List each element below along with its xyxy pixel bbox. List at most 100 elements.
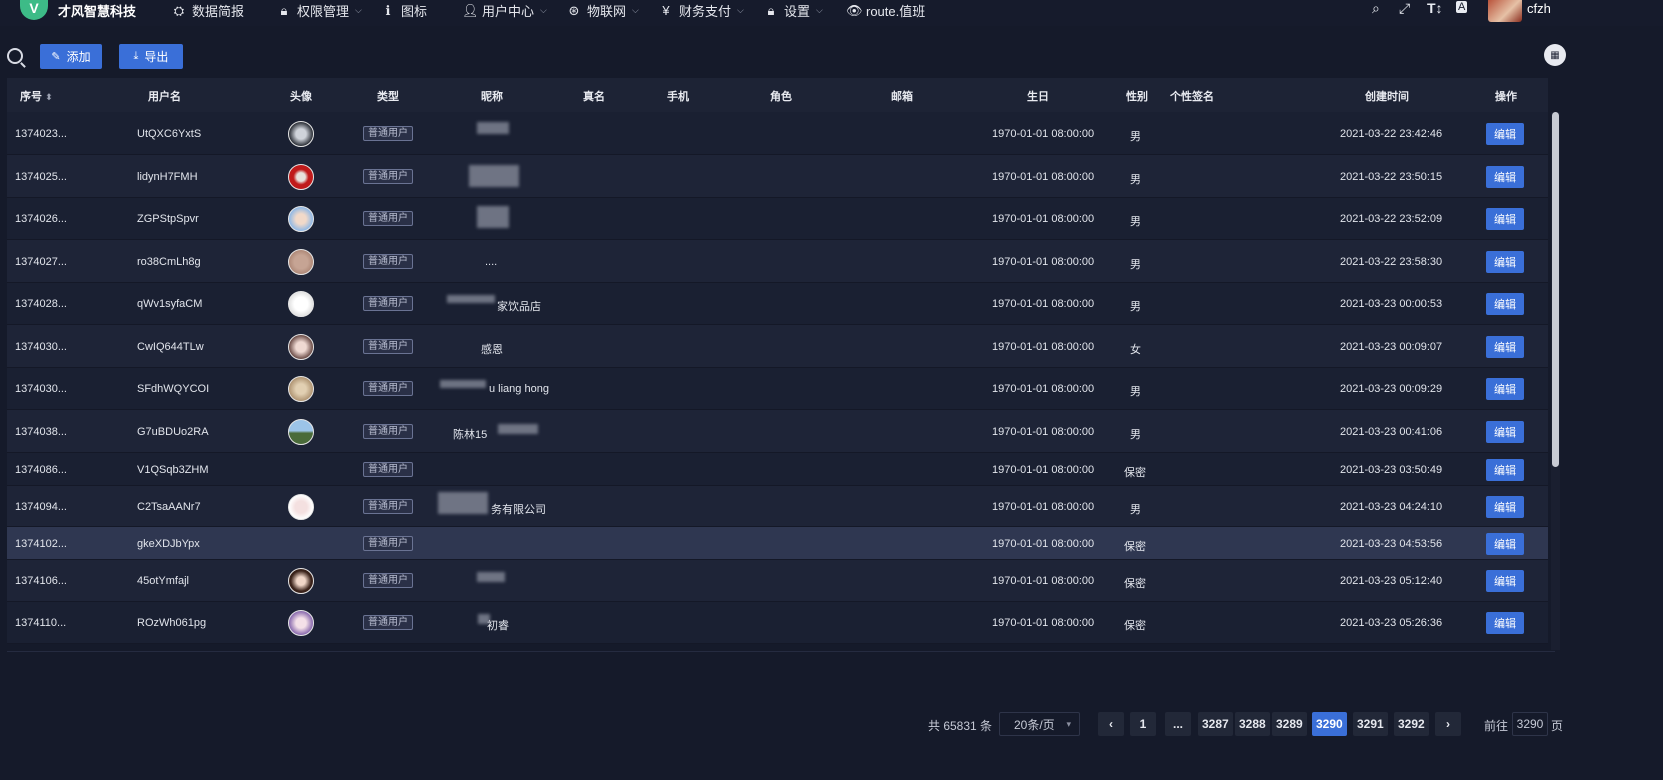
nav-item-7[interactable]: 👁︎ route.值班 — [846, 1, 925, 20]
nav-item-label: 财务支付 — [679, 4, 732, 19]
cell-birthday: 1970-01-01 08:00:00 — [992, 341, 1095, 353]
header-realname: 真名 — [583, 91, 605, 103]
nav-item-label: 物联网 — [587, 4, 627, 19]
edit-button[interactable]: 编辑 — [1486, 612, 1524, 634]
prev-page-button[interactable]: ‹ — [1098, 712, 1124, 736]
avatar — [288, 164, 314, 190]
page-button[interactable]: 3289 — [1272, 712, 1307, 736]
current-username[interactable]: cfzh — [1527, 1, 1551, 16]
cell-username: C2TsaAANr7 — [137, 501, 201, 513]
cell-birthday: 1970-01-01 08:00:00 — [992, 171, 1095, 183]
page-button[interactable]: 3292 — [1394, 712, 1429, 736]
header-username: 用户名 — [148, 91, 181, 103]
edit-button[interactable]: 编辑 — [1486, 336, 1524, 358]
header-action: 操作 — [1495, 91, 1517, 103]
cell-gender: 男 — [1130, 429, 1141, 441]
table-row[interactable]: 1374038... G7uBDUo2RA 普通用户 陈林15 1970-01-01 0… — [7, 410, 1548, 453]
cell-birthday: 1970-01-01 08:00:00 — [992, 575, 1095, 587]
edit-button[interactable]: 编辑 — [1486, 533, 1524, 555]
table-row[interactable]: 1374086... V1QSqb3ZHM 普通用户 1970-01-01 08:00… — [7, 453, 1548, 486]
table-row[interactable]: 1374027... ro38CmLh8g 普通用户.... 1970-01-01 0… — [7, 240, 1548, 283]
edit-button[interactable]: 编辑 — [1486, 570, 1524, 592]
table-row[interactable]: 1374110... ROzWh061pg 普通用户 初睿 1970-01-01 08:… — [7, 602, 1548, 644]
add-button[interactable]: ✎ 添加 — [40, 44, 102, 69]
page-button[interactable]: 3288 — [1235, 712, 1270, 736]
page-button[interactable]: 3290 — [1312, 712, 1347, 736]
cell-id: 1374023... — [15, 128, 67, 140]
more-pages-button[interactable]: ... — [1165, 712, 1191, 736]
page-button[interactable]: 1 — [1130, 712, 1156, 736]
goto-label: 前往 — [1484, 719, 1509, 733]
edit-icon: ✎ — [51, 51, 61, 63]
nav-item-5[interactable]: ¥ 财务支付 ⌵ — [659, 1, 743, 20]
cell-id: 1374038... — [15, 426, 67, 438]
nav-item-0[interactable]: ⛭ 数据简报 — [172, 1, 244, 20]
search-icon[interactable] — [7, 48, 23, 64]
search-icon[interactable]: ⌕ — [1372, 0, 1380, 17]
nav-item-3[interactable]: 👤︎ 用户中心 ⌵ — [462, 1, 547, 20]
page-button[interactable]: 3291 — [1353, 712, 1388, 736]
cell-nickname: 初睿 — [487, 620, 509, 632]
cell-id: 1374030... — [15, 341, 67, 353]
edit-button[interactable]: 编辑 — [1486, 166, 1524, 188]
info-icon: ℹ — [385, 2, 391, 18]
table-row[interactable]: 1374028... qWv1syfaCM 普通用户 家饮品店 1970-01-01 0… — [7, 283, 1548, 325]
edit-button[interactable]: 编辑 — [1486, 496, 1524, 518]
header-type: 类型 — [377, 91, 399, 103]
avatar — [288, 121, 314, 147]
table-scrollbar-thumb[interactable] — [1552, 112, 1559, 467]
lock-icon: 🔒︎ — [280, 2, 288, 18]
table-row[interactable]: 1374102... gkeXDJbYpx 普通用户 1970-01-01 08:00… — [7, 527, 1548, 560]
user-type-badge: 普通用户 — [363, 254, 413, 269]
header-email: 邮箱 — [891, 91, 913, 103]
edit-button[interactable]: 编辑 — [1486, 251, 1524, 273]
chevron-right-icon: › — [1446, 717, 1450, 731]
cell-username: G7uBDUo2RA — [137, 426, 209, 438]
cell-created: 2021-03-23 04:24:10 — [1340, 501, 1443, 513]
table-row[interactable]: 1374023... UtQXC6YxtS 普通用户 1970-01-01 08:00… — [7, 112, 1548, 155]
page-button[interactable]: 3287 — [1198, 712, 1233, 736]
edit-button[interactable]: 编辑 — [1486, 421, 1524, 443]
cell-id: 1374027... — [15, 256, 67, 268]
font-size-icon[interactable]: T↕ — [1427, 0, 1443, 16]
table-row[interactable]: 1374106... 45otYmfajl 普通用户 1970-01-01 08:00… — [7, 560, 1548, 602]
edit-button[interactable]: 编辑 — [1486, 208, 1524, 230]
table-row[interactable]: 1374030... SFdhWQYCOI 普通用户 u liang hong 1970… — [7, 368, 1548, 410]
cell-id: 1374102... — [15, 538, 67, 550]
table-row[interactable]: 1374094... C2TsaAANr7 普通用户 务有限公司 1970-01-01 … — [7, 486, 1548, 527]
redacted-block — [477, 122, 509, 134]
user-avatar[interactable] — [1488, 0, 1522, 22]
edit-button[interactable]: 编辑 — [1486, 378, 1524, 400]
page-size-select[interactable]: 20条/页 ▾ — [999, 712, 1080, 736]
cell-nickname: 感恩 — [481, 344, 503, 356]
table-row[interactable]: 1374025... lidynH7FMH 普通用户 1970-01-01 08:00… — [7, 155, 1548, 198]
cell-created: 2021-03-23 00:41:06 — [1340, 426, 1443, 438]
sort-icon[interactable]: ⬍ — [45, 92, 53, 102]
goto-page-input[interactable]: 3290 — [1512, 712, 1548, 736]
chevron-left-icon: ‹ — [1109, 717, 1113, 731]
next-page-button[interactable]: › — [1435, 712, 1461, 736]
translate-icon[interactable]: A — [1456, 1, 1468, 13]
brand-logo[interactable]: V — [20, 0, 48, 20]
cell-nickname: .... — [485, 256, 498, 268]
cell-id: 1374026... — [15, 213, 67, 225]
header-id[interactable]: 序号 ⬍ — [20, 88, 53, 104]
cell-username: qWv1syfaCM — [137, 298, 203, 310]
edit-button[interactable]: 编辑 — [1486, 459, 1524, 481]
column-settings-icon[interactable]: ▦ — [1544, 44, 1566, 66]
cell-gender: 保密 — [1124, 578, 1146, 590]
edit-button[interactable]: 编辑 — [1486, 293, 1524, 315]
nav-item-1[interactable]: 🔒︎ 权限管理 ⌵ — [277, 1, 362, 20]
nav-item-4[interactable]: ⊛ 物联网 ⌵ — [567, 1, 639, 20]
table-row[interactable]: 1374026... ZGPStpSpvr 普通用户 1970-01-01 08:00… — [7, 198, 1548, 240]
user-type-badge: 普通用户 — [363, 126, 413, 141]
fullscreen-icon[interactable]: ⤢ — [1399, 0, 1410, 17]
user-type-badge: 普通用户 — [363, 211, 413, 226]
cell-created: 2021-03-22 23:50:15 — [1340, 171, 1443, 183]
table-row[interactable]: 1374030... CwIQ644TLw 普通用户 感恩 1970-01-01 08:… — [7, 325, 1548, 368]
nav-item-2[interactable]: ℹ 图标 — [381, 1, 428, 20]
cell-username: lidynH7FMH — [137, 171, 198, 183]
edit-button[interactable]: 编辑 — [1486, 123, 1524, 145]
export-button[interactable]: ⤓ 导出 — [119, 44, 183, 69]
nav-item-6[interactable]: 🔒︎ 设置 ⌵ — [764, 1, 823, 20]
